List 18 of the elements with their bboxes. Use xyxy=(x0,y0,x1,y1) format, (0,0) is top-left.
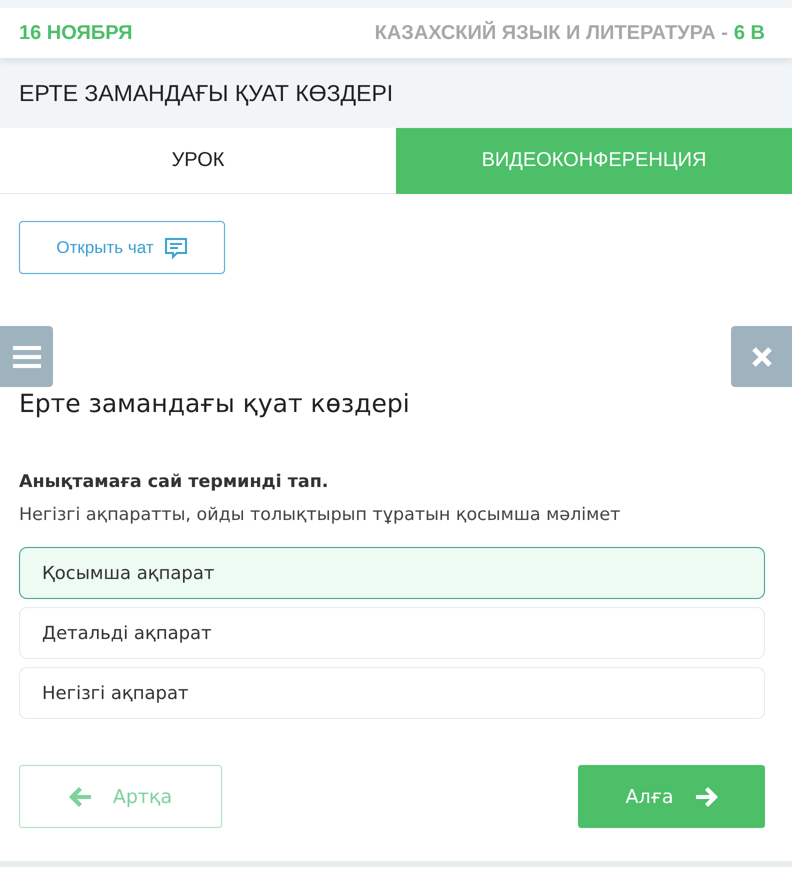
question-text: Анықтамаға сай терминді тап. xyxy=(19,472,330,492)
right-arrow-icon xyxy=(696,786,718,806)
menu-icon xyxy=(12,346,40,368)
menu-button[interactable] xyxy=(0,326,53,387)
tab[interactable]: УРОК xyxy=(0,128,396,194)
answer-option[interactable]: Детальді ақпарат xyxy=(19,607,765,659)
task-title: Ерте замандағы қуат көздері xyxy=(19,389,411,418)
lesson-date: 16 НОЯБРЯ xyxy=(19,22,133,44)
prompt-text: Негізгі ақпаратты, ойды толықтырып тұратын қосымша мәлімет xyxy=(19,505,622,525)
close-icon xyxy=(750,346,772,368)
subject-name: КАЗАХСКИЙ ЯЗЫК И ЛИТЕРАТУРА - xyxy=(374,22,728,44)
class-name: 6 В xyxy=(734,22,765,44)
close-button[interactable] xyxy=(731,326,792,387)
answer-option[interactable]: Қосымша ақпарат xyxy=(19,547,765,599)
left-arrow-icon xyxy=(68,786,91,806)
answer-option[interactable]: Негізгі ақпарат xyxy=(19,667,765,719)
chat-icon xyxy=(164,236,188,260)
lesson-title: ЕРТЕ ЗАМАНДАҒЫ ҚУАТ КӨЗДЕРІ xyxy=(18,78,394,108)
